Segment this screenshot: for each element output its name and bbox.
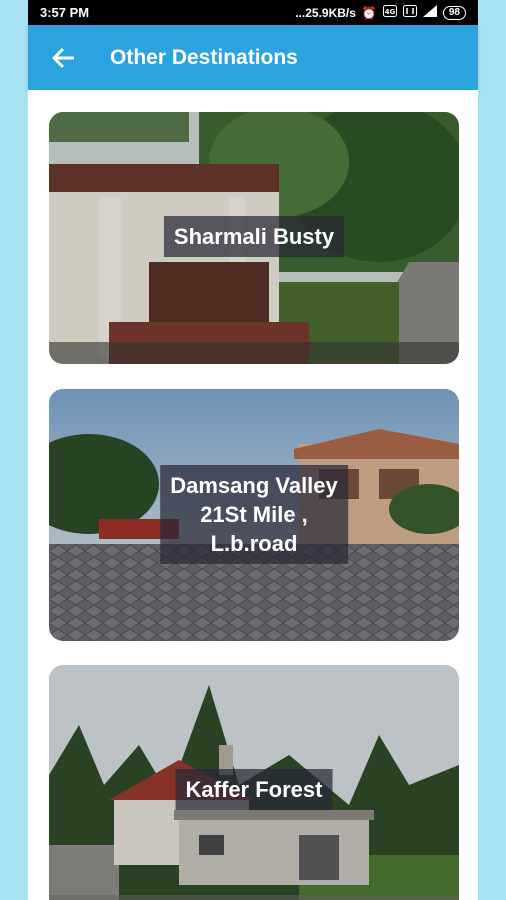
page-title: Other Destinations (110, 45, 298, 69)
destination-name: Damsang Valley 21St Mile , L.b.road (160, 465, 348, 564)
destination-card-sharmali-busty[interactable]: Sharmali Busty (49, 112, 459, 364)
status-icons: ...25.9KB/s ⏰ 4G 98 (295, 5, 466, 20)
status-bar: 3:57 PM ...25.9KB/s ⏰ 4G 98 (28, 0, 478, 25)
volte-icon: 4G (382, 5, 397, 20)
status-time: 3:57 PM (40, 5, 90, 20)
destination-card-damsang-valley[interactable]: Damsang Valley 21St Mile , L.b.road (49, 389, 459, 641)
svg-text:4G: 4G (385, 8, 396, 16)
arrow-left-icon (52, 48, 74, 67)
data-icon (402, 5, 417, 20)
destination-card-kaffer-forest[interactable]: Kaffer Forest (49, 665, 459, 900)
alarm-icon: ⏰ (361, 5, 377, 20)
destination-name: Sharmali Busty (163, 216, 345, 257)
battery-icon: 98 (442, 5, 466, 20)
destination-list[interactable]: Sharmali Busty Damsang Valley 21St Mile … (28, 90, 478, 900)
signal-icon (422, 5, 437, 20)
app-bar: Other Destinations (28, 25, 478, 90)
back-button[interactable] (48, 43, 78, 73)
destination-name: Kaffer Forest (175, 769, 333, 810)
network-speed: ...25.9KB/s (295, 5, 356, 20)
